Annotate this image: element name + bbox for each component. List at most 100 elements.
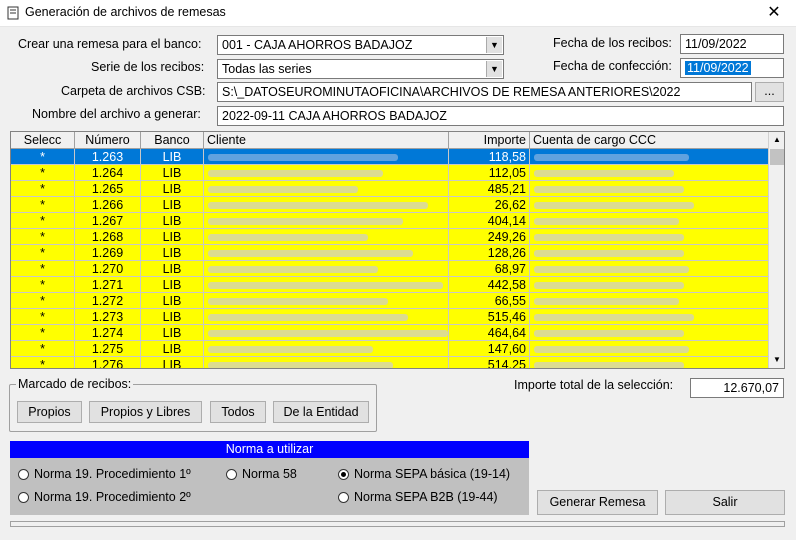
close-icon[interactable]: ✕ xyxy=(752,0,796,26)
cell-banco: LIB xyxy=(141,245,204,261)
redacted-mark xyxy=(534,154,689,161)
entidad-button[interactable]: De la Entidad xyxy=(273,401,369,423)
table-row[interactable]: * 1.269 LIB 128,26 xyxy=(11,245,769,261)
total-label: Importe total de la selección: xyxy=(514,378,674,392)
radio-sepa-b2b[interactable]: Norma SEPA B2B (19-44) xyxy=(338,490,498,504)
cell-cliente-redacted xyxy=(204,357,449,368)
col-importe[interactable]: Importe xyxy=(449,132,530,149)
banco-value: 001 - CAJA AHORROS BADAJOZ xyxy=(222,38,413,52)
cell-banco: LIB xyxy=(141,341,204,357)
redacted-mark xyxy=(208,266,378,273)
scroll-down-icon[interactable]: ▼ xyxy=(769,352,784,368)
grid-rows: * 1.263 LIB 118,58 * 1.264 LIB 112,05 * 1.265 LIB 4… xyxy=(11,149,769,368)
redacted-mark xyxy=(208,202,428,209)
cell-importe: 249,26 xyxy=(449,229,530,245)
radio-norma19-p2[interactable]: Norma 19. Procedimiento 2º xyxy=(18,490,191,504)
recibos-grid[interactable]: Selecc Número Banco Cliente Importe Cuen… xyxy=(10,131,785,369)
scroll-up-icon[interactable]: ▲ xyxy=(769,132,784,148)
chevron-down-icon[interactable]: ▼ xyxy=(486,61,502,77)
propios-button[interactable]: Propios xyxy=(17,401,82,423)
cell-cuenta-redacted xyxy=(530,181,769,197)
cell-cliente-redacted xyxy=(204,197,449,213)
cell-numero: 1.276 xyxy=(75,357,141,368)
cell-importe: 26,62 xyxy=(449,197,530,213)
cell-banco: LIB xyxy=(141,229,204,245)
table-row[interactable]: * 1.265 LIB 485,21 xyxy=(11,181,769,197)
cell-cliente-redacted xyxy=(204,325,449,341)
redacted-mark xyxy=(208,330,448,337)
cell-banco: LIB xyxy=(141,197,204,213)
radio-norma58[interactable]: Norma 58 xyxy=(226,467,297,481)
cell-banco: LIB xyxy=(141,309,204,325)
table-row[interactable]: * 1.264 LIB 112,05 xyxy=(11,165,769,181)
col-cuenta[interactable]: Cuenta de cargo CCC xyxy=(530,132,769,149)
norma-header: Norma a utilizar xyxy=(10,441,529,458)
cell-banco: LIB xyxy=(141,325,204,341)
cell-selecc: * xyxy=(11,245,75,261)
table-row[interactable]: * 1.273 LIB 515,46 xyxy=(11,309,769,325)
propios-libres-button[interactable]: Propios y Libres xyxy=(89,401,202,423)
col-cliente[interactable]: Cliente xyxy=(204,132,449,149)
carpeta-field[interactable]: S:\_DATOSEUROMINUTAOFICINA\ARCHIVOS DE R… xyxy=(217,82,752,102)
col-banco[interactable]: Banco xyxy=(141,132,204,149)
cell-selecc: * xyxy=(11,293,75,309)
col-selecc[interactable]: Selecc xyxy=(11,132,75,149)
serie-label: Serie de los recibos: xyxy=(91,60,205,74)
cell-cliente-redacted xyxy=(204,229,449,245)
table-row[interactable]: * 1.272 LIB 66,55 xyxy=(11,293,769,309)
cell-cuenta-redacted xyxy=(530,149,769,165)
redacted-mark xyxy=(534,170,674,177)
fecha-confeccion-label: Fecha de confección: xyxy=(553,59,672,73)
redacted-mark xyxy=(208,314,408,321)
browse-button[interactable]: ... xyxy=(755,82,784,102)
table-row[interactable]: * 1.270 LIB 68,97 xyxy=(11,261,769,277)
table-row[interactable]: * 1.271 LIB 442,58 xyxy=(11,277,769,293)
todos-button[interactable]: Todos xyxy=(210,401,266,423)
table-row[interactable]: * 1.266 LIB 26,62 xyxy=(11,197,769,213)
serie-combo[interactable]: Todas las series ▼ xyxy=(217,59,504,79)
redacted-mark xyxy=(534,346,689,353)
salir-button[interactable]: Salir xyxy=(665,490,785,515)
redacted-mark xyxy=(534,298,679,305)
cell-cliente-redacted xyxy=(204,309,449,325)
generar-remesa-button[interactable]: Generar Remesa xyxy=(537,490,658,515)
cell-selecc: * xyxy=(11,357,75,368)
table-row[interactable]: * 1.275 LIB 147,60 xyxy=(11,341,769,357)
banco-combo[interactable]: 001 - CAJA AHORROS BADAJOZ ▼ xyxy=(217,35,504,55)
vertical-scrollbar[interactable]: ▲ ▼ xyxy=(768,132,784,368)
cell-cuenta-redacted xyxy=(530,325,769,341)
cell-banco: LIB xyxy=(141,277,204,293)
cell-selecc: * xyxy=(11,309,75,325)
table-row[interactable]: * 1.276 LIB 514,25 xyxy=(11,357,769,368)
table-row[interactable]: * 1.268 LIB 249,26 xyxy=(11,229,769,245)
serie-value: Todas las series xyxy=(222,62,312,76)
table-row[interactable]: * 1.274 LIB 464,64 xyxy=(11,325,769,341)
cell-cuenta-redacted xyxy=(530,165,769,181)
table-row[interactable]: * 1.267 LIB 404,14 xyxy=(11,213,769,229)
app-icon xyxy=(7,6,19,20)
fecha-confeccion-field[interactable]: 11/09/2022 xyxy=(680,58,784,78)
table-row[interactable]: * 1.263 LIB 118,58 xyxy=(11,149,769,165)
grid-header: Selecc Número Banco Cliente Importe Cuen… xyxy=(11,132,769,149)
cell-numero: 1.275 xyxy=(75,341,141,357)
cell-cliente-redacted xyxy=(204,277,449,293)
cell-selecc: * xyxy=(11,261,75,277)
redacted-mark xyxy=(208,250,413,257)
cell-selecc: * xyxy=(11,181,75,197)
status-bar xyxy=(10,521,785,527)
radio-circle-icon xyxy=(18,492,29,503)
fecha-recibos-label: Fecha de los recibos: xyxy=(553,36,672,50)
redacted-mark xyxy=(534,266,689,273)
radio-norma19-p1[interactable]: Norma 19. Procedimiento 1º xyxy=(18,467,191,481)
scroll-thumb[interactable] xyxy=(770,149,784,165)
redacted-mark xyxy=(208,186,358,193)
cell-cliente-redacted xyxy=(204,293,449,309)
col-numero[interactable]: Número xyxy=(75,132,141,149)
redacted-mark xyxy=(534,234,684,241)
cell-banco: LIB xyxy=(141,181,204,197)
chevron-down-icon[interactable]: ▼ xyxy=(486,37,502,53)
cell-numero: 1.269 xyxy=(75,245,141,261)
nombre-field[interactable]: 2022-09-11 CAJA AHORROS BADAJOZ xyxy=(217,106,784,126)
fecha-recibos-field[interactable]: 11/09/2022 xyxy=(680,34,784,54)
radio-sepa-basica[interactable]: Norma SEPA básica (19-14) xyxy=(338,467,510,481)
